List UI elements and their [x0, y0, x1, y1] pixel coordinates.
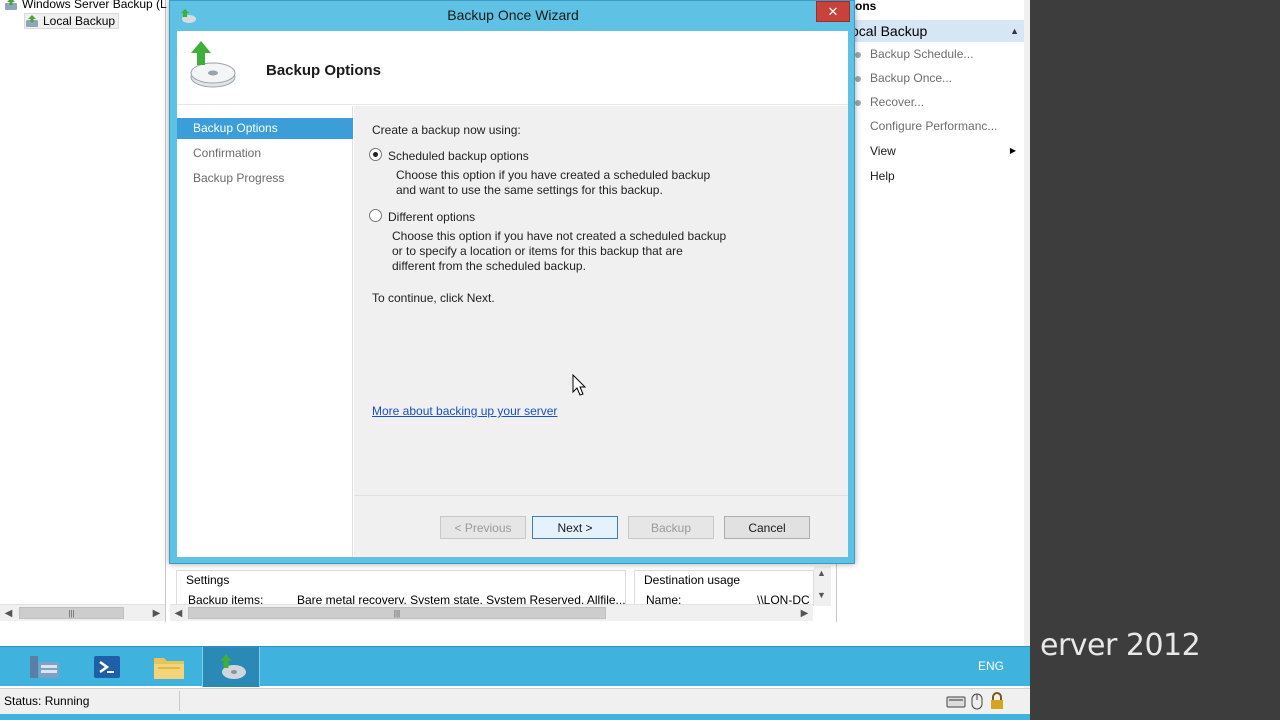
schedule-icon	[855, 52, 861, 58]
powershell-icon	[94, 656, 120, 678]
settings-title: Settings	[186, 573, 230, 587]
keyboard-icon[interactable]	[946, 692, 966, 710]
backup-once-wizard-dialog: Backup Once Wizard ✕ Backup Options Back…	[169, 0, 855, 564]
scroll-left-icon[interactable]: ◀	[170, 605, 187, 621]
wizard-step-list: Backup Options Confirmation Backup Progr…	[177, 106, 353, 557]
action-configure-performance[interactable]: Configure Performanc...	[870, 119, 997, 133]
radio-scheduled-label[interactable]: Scheduled backup options	[388, 149, 529, 163]
tree-horizontal-scrollbar[interactable]: ◀ ||| ▶	[0, 604, 165, 621]
radio-different-label[interactable]: Different options	[388, 210, 475, 224]
wizard-content: Create a backup now using: Scheduled bac…	[354, 106, 848, 495]
brand-watermark: erver 2012	[1040, 628, 1201, 663]
wizard-title: Backup Once Wizard	[447, 7, 579, 23]
destination-vertical-scrollbar[interactable]: ▲ ▼	[814, 566, 831, 606]
tree-item-windows-server-backup[interactable]: Windows Server Backup (L	[4, 0, 167, 12]
taskbar-file-explorer[interactable]	[140, 647, 198, 687]
actions-header: ctions	[841, 0, 877, 13]
action-backup-schedule[interactable]: Backup Schedule...	[870, 47, 973, 61]
taskbar-windows-server-backup[interactable]	[202, 647, 260, 687]
backup-icon	[25, 14, 39, 28]
tree-item-label: Windows Server Backup (L	[22, 0, 167, 11]
close-button[interactable]: ✕	[816, 1, 850, 22]
tree-item-label: Local Backup	[43, 14, 116, 28]
previous-button[interactable]: < Previous	[440, 516, 526, 539]
scroll-down-icon[interactable]: ▼	[817, 590, 826, 600]
status-bar: Status: Running	[0, 688, 1030, 714]
console-tree: Windows Server Backup (L Local Backup ◀ …	[0, 0, 167, 622]
scroll-up-icon[interactable]: ▲	[817, 568, 826, 578]
actions-pane: ctions ocal Backup ▲ Backup Schedule... …	[836, 0, 1025, 622]
destination-panel: Destination usage Name: \\LON-DC	[634, 570, 814, 606]
action-help[interactable]: Help	[870, 169, 895, 183]
step-backup-progress[interactable]: Backup Progress	[177, 168, 353, 189]
wizard-body: Backup Options Backup Options Confirmati…	[177, 31, 848, 557]
bottom-edge	[0, 714, 1030, 720]
lock-icon[interactable]	[988, 692, 1006, 710]
tree-item-local-backup[interactable]: Local Backup	[24, 13, 120, 29]
scrollbar-thumb[interactable]: |||	[19, 607, 124, 619]
destination-title: Destination usage	[644, 573, 741, 587]
taskbar-server-manager[interactable]	[16, 647, 74, 687]
step-backup-options[interactable]: Backup Options	[177, 118, 353, 139]
different-description-line-2: or to specify a location or items for th…	[392, 244, 683, 258]
recover-icon	[855, 100, 861, 106]
actions-section-label: ocal Backup	[851, 23, 928, 39]
action-view[interactable]: View	[870, 144, 896, 158]
folder-icon	[154, 658, 184, 679]
results-horizontal-scrollbar[interactable]: ◀ ||| ▶	[170, 604, 813, 621]
step-confirmation[interactable]: Confirmation	[177, 143, 353, 164]
taskbar: ENG	[0, 646, 1030, 687]
backup-button[interactable]: Backup	[628, 516, 714, 539]
taskbar-powershell[interactable]	[78, 647, 136, 687]
scroll-left-icon[interactable]: ◀	[0, 605, 17, 621]
scroll-right-icon[interactable]: ▶	[796, 605, 813, 621]
radio-scheduled-options[interactable]	[369, 148, 382, 161]
collapse-up-icon[interactable]: ▲	[1010, 20, 1019, 42]
server-manager-icon	[30, 656, 59, 678]
backup-icon	[220, 654, 246, 679]
scroll-right-icon[interactable]: ▶	[148, 605, 165, 621]
radio-different-options[interactable]	[369, 209, 382, 222]
continue-text: To continue, click Next.	[372, 291, 495, 305]
status-text: Status: Running	[4, 694, 90, 708]
cancel-button[interactable]: Cancel	[724, 516, 810, 539]
mouse-cursor-icon	[572, 374, 587, 396]
wizard-header: Backup Options	[177, 31, 848, 105]
backup-icon	[4, 0, 18, 11]
settings-panel: Settings Backup items: Bare metal recove…	[176, 570, 626, 607]
next-button[interactable]: Next >	[532, 516, 618, 539]
prompt-text: Create a backup now using:	[372, 123, 521, 137]
backup-disk-icon	[183, 39, 237, 96]
scheduled-description-line-1: Choose this option if you have created a…	[396, 168, 711, 182]
system-tray	[946, 692, 1006, 710]
language-indicator[interactable]: ENG	[978, 659, 1004, 673]
action-recover[interactable]: Recover...	[870, 95, 924, 109]
status-divider	[179, 691, 180, 711]
desktop-background	[1030, 0, 1280, 720]
wizard-page-heading: Backup Options	[266, 62, 382, 79]
submenu-arrow-icon: ▶	[1009, 146, 1016, 155]
different-description-line-3: different from the scheduled backup.	[392, 259, 586, 273]
action-backup-once[interactable]: Backup Once...	[870, 71, 952, 85]
window-edge	[1024, 0, 1030, 720]
close-icon: ✕	[827, 3, 839, 19]
mouse-icon[interactable]	[969, 692, 985, 710]
different-description-line-1: Choose this option if you have not creat…	[392, 229, 727, 243]
more-about-backup-link[interactable]: More about backing up your server	[372, 404, 557, 418]
backup-once-icon	[855, 76, 861, 82]
scheduled-description-line-2: and want to use the same settings for th…	[396, 183, 663, 197]
scrollbar-thumb[interactable]: |||	[188, 607, 606, 619]
wizard-footer: < Previous Next > Backup Cancel	[354, 495, 848, 557]
actions-section-local-backup[interactable]: ocal Backup ▲	[849, 20, 1025, 42]
